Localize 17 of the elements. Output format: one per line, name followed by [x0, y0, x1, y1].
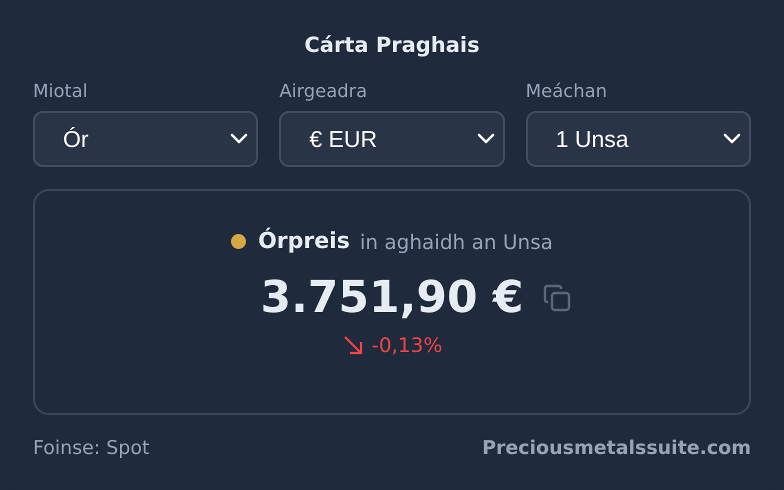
website-link[interactable]: Preciousmetalssuite.com — [482, 437, 751, 459]
select-label: Miotal — [33, 80, 89, 104]
copy-icon[interactable] — [542, 282, 572, 312]
chevron-down-icon — [476, 133, 495, 145]
dropdown-select[interactable]: € EUR — [279, 111, 505, 167]
dropdown-select[interactable]: 1 Unsa — [526, 111, 751, 167]
unit-label: in aghaidh an Unsa — [360, 230, 553, 254]
chevron-down-icon — [230, 133, 248, 145]
source-text: Foinse: Spot — [33, 437, 150, 459]
dropdown-select[interactable]: Ór — [33, 111, 258, 167]
change-percent: -0,13% — [372, 333, 442, 357]
price-value: 3.751,90 € — [260, 272, 524, 323]
chevron-down-icon — [722, 133, 741, 145]
card-title: Cárta Praghais — [303, 32, 481, 59]
select-label: Meáchan — [526, 80, 608, 104]
metal-name: Órpreis — [258, 229, 350, 254]
select-label: Airgeadra — [279, 80, 368, 104]
